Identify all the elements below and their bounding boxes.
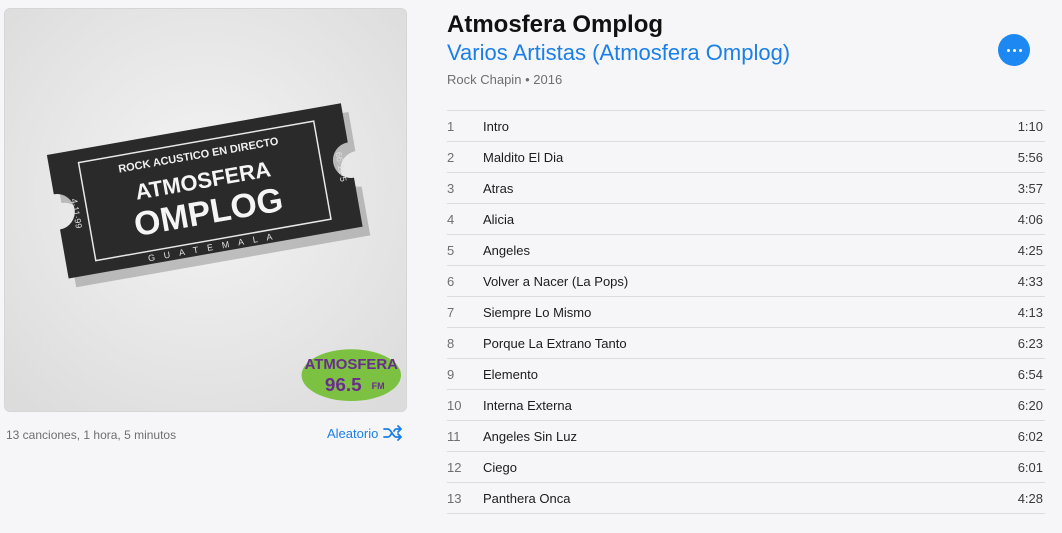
track-row[interactable]: 8 Porque La Extrano Tanto 6:23 bbox=[447, 328, 1045, 359]
track-title: Maldito El Dia bbox=[483, 149, 564, 165]
track-number: 9 bbox=[447, 366, 455, 382]
track-row[interactable]: 3 Atras 3:57 bbox=[447, 173, 1045, 204]
track-duration: 4:13 bbox=[1017, 304, 1043, 320]
radio-logo: ATMOSFERA 96.5 FM bbox=[301, 349, 402, 402]
track-duration: 1:10 bbox=[1017, 118, 1043, 134]
track-title: Elemento bbox=[483, 366, 538, 382]
track-number: 4 bbox=[447, 211, 455, 227]
track-row[interactable]: 7 Siempre Lo Mismo 4:13 bbox=[447, 297, 1045, 328]
track-number: 7 bbox=[447, 304, 455, 320]
track-duration: 5:56 bbox=[1017, 149, 1043, 165]
shuffle-icon bbox=[383, 425, 403, 441]
album-title: Atmosfera Omplog bbox=[447, 11, 664, 38]
track-number: 8 bbox=[447, 335, 455, 351]
track-number: 5 bbox=[447, 242, 455, 258]
track-title: Intro bbox=[483, 118, 510, 134]
track-number: 3 bbox=[447, 180, 455, 196]
track-duration: 6:02 bbox=[1017, 428, 1043, 444]
track-row[interactable]: 5 Angeles 4:25 bbox=[447, 235, 1045, 266]
track-row[interactable]: 2 Maldito El Dia 5:56 bbox=[447, 142, 1045, 173]
track-duration: 4:06 bbox=[1017, 211, 1043, 227]
track-title: Interna Externa bbox=[483, 397, 572, 413]
track-title: Atras bbox=[483, 180, 514, 196]
album-artist-link[interactable]: Varios Artistas (Atmosfera Omplog) bbox=[447, 40, 790, 66]
album-info: Rock Chapin • 2016 bbox=[447, 72, 562, 87]
track-row[interactable]: 11 Angeles Sin Luz 6:02 bbox=[447, 421, 1045, 452]
track-row[interactable]: 6 Volver a Nacer (La Pops) 4:33 bbox=[447, 266, 1045, 297]
more-options-button[interactable] bbox=[998, 34, 1030, 66]
track-list: 1 Intro 1:10 2 Maldito El Dia 5:56 3 Atras 3:5… bbox=[447, 110, 1045, 514]
track-title: Angeles bbox=[483, 242, 530, 258]
track-number: 1 bbox=[447, 118, 455, 134]
album-summary: 13 canciones, 1 hora, 5 minutos bbox=[6, 428, 177, 442]
track-number: 12 bbox=[447, 459, 462, 475]
track-duration: 4:33 bbox=[1017, 273, 1043, 289]
track-title: Panthera Onca bbox=[483, 490, 571, 506]
track-number: 6 bbox=[447, 273, 455, 289]
track-duration: 6:20 bbox=[1017, 397, 1043, 413]
ellipsis-icon bbox=[1006, 48, 1010, 52]
track-title: Siempre Lo Mismo bbox=[483, 304, 592, 320]
track-row[interactable]: 1 Intro 1:10 bbox=[447, 111, 1045, 142]
album-artwork[interactable]: ROCK ACUSTICO EN DIRECTO ATMOSFERA OMPLO… bbox=[4, 8, 407, 412]
track-row[interactable]: 9 Elemento 6:54 bbox=[447, 359, 1045, 390]
logo-suffix: FM bbox=[372, 381, 385, 391]
album-genre[interactable]: Rock Chapin bbox=[447, 72, 521, 87]
track-title: Volver a Nacer (La Pops) bbox=[483, 273, 629, 289]
track-duration: 6:54 bbox=[1017, 366, 1043, 382]
shuffle-label: Aleatorio bbox=[327, 425, 379, 441]
track-title: Porque La Extrano Tanto bbox=[483, 335, 627, 351]
track-row[interactable]: 12 Ciego 6:01 bbox=[447, 452, 1045, 483]
album-cover-image: ROCK ACUSTICO EN DIRECTO ATMOSFERA OMPLO… bbox=[5, 9, 406, 411]
track-number: 2 bbox=[447, 149, 455, 165]
logo-line1: ATMOSFERA bbox=[305, 356, 399, 373]
track-duration: 4:28 bbox=[1017, 490, 1043, 506]
track-title: Angeles Sin Luz bbox=[483, 428, 577, 444]
track-row[interactable]: 4 Alicia 4:06 bbox=[447, 204, 1045, 235]
track-duration: 3:57 bbox=[1017, 180, 1043, 196]
track-duration: 6:01 bbox=[1017, 459, 1043, 475]
track-row[interactable]: 13 Panthera Onca 4:28 bbox=[447, 483, 1045, 514]
track-number: 11 bbox=[447, 428, 461, 444]
album-year: 2016 bbox=[533, 72, 563, 87]
track-row[interactable]: 10 Interna Externa 6:20 bbox=[447, 390, 1045, 421]
info-separator: • bbox=[525, 72, 530, 87]
shuffle-button[interactable]: Aleatorio bbox=[327, 425, 403, 441]
track-title: Alicia bbox=[483, 211, 515, 227]
logo-line2: 96.5 bbox=[325, 375, 362, 396]
track-duration: 6:23 bbox=[1017, 335, 1043, 351]
track-duration: 4:25 bbox=[1017, 242, 1043, 258]
track-title: Ciego bbox=[483, 459, 517, 475]
track-number: 10 bbox=[447, 397, 462, 413]
track-number: 13 bbox=[447, 490, 462, 506]
